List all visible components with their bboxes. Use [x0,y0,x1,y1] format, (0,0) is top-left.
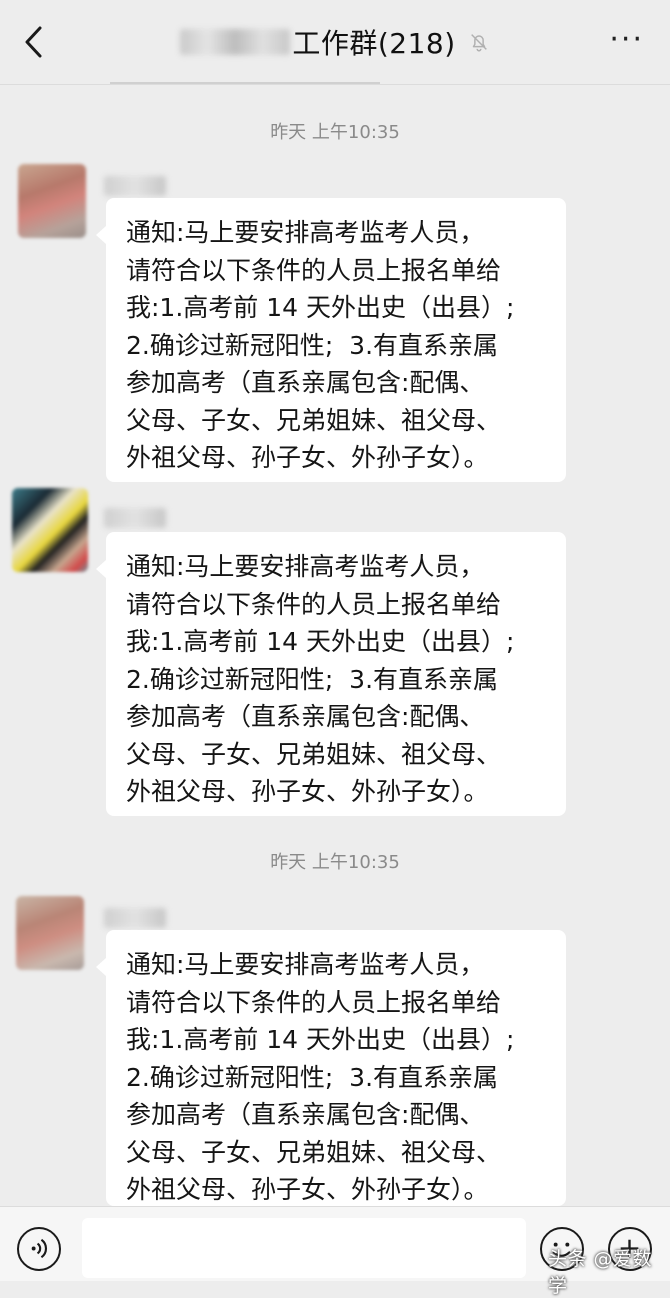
chat-header: 工作群(218) ··· [0,0,670,85]
avatar[interactable] [12,488,88,572]
avatar[interactable] [16,896,84,970]
voice-icon [31,1238,48,1259]
redacted-group-name [180,29,291,55]
message-text: 通知:马上要安排高考监考人员， 请符合以下条件的人员上报名单给 我:1.高考前 … [126,950,515,1204]
message-input[interactable] [82,1218,526,1278]
more-options-button[interactable]: ··· [609,25,644,55]
message-bubble[interactable]: 通知:马上要安排高考监考人员， 请符合以下条件的人员上报名单给 我:1.高考前 … [96,532,566,816]
message-bubble[interactable]: 通知:马上要安排高考监考人员， 请符合以下条件的人员上报名单给 我:1.高考前 … [96,930,566,1206]
bell-off-icon [470,34,487,52]
header-divider [110,82,380,84]
chat-title-group: 工作群(218) [0,0,670,84]
message-bubble[interactable]: 通知:马上要安排高考监考人员， 请符合以下条件的人员上报名单给 我:1.高考前 … [96,198,566,482]
chat-title: 工作群(218) [292,27,456,60]
sender-name-redacted [104,508,166,528]
sender-name-redacted [104,908,166,928]
message-timestamp: 昨天 上午10:35 [270,852,400,873]
message-text: 通知:马上要安排高考监考人员， 请符合以下条件的人员上报名单给 我:1.高考前 … [126,552,515,806]
message-timestamp: 昨天 上午10:35 [270,122,400,143]
sender-name-redacted [104,176,166,196]
message-text: 通知:马上要安排高考监考人员， 请符合以下条件的人员上报名单给 我:1.高考前 … [126,218,515,472]
voice-input-button[interactable] [17,1227,61,1271]
avatar[interactable] [18,164,86,238]
watermark: 头条 @爱数学 [548,1248,653,1297]
